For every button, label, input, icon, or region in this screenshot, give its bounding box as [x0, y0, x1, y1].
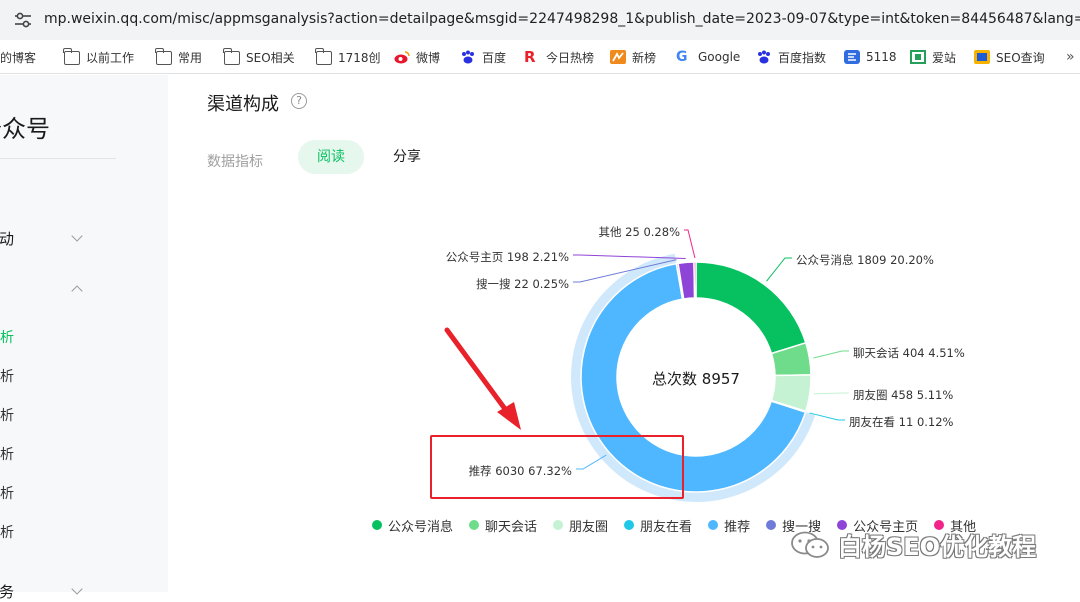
watermark-text: 白杨SEO优化教程 — [838, 533, 1037, 561]
highlight-box — [430, 435, 684, 499]
legend-item[interactable]: 公众号消息 — [372, 516, 454, 535]
channel-donut-chart: 公众号消息 1809 20.20% 聊天会话 404 4.51% 朋友圈 458 5… — [444, 225, 965, 502]
legend-item[interactable]: 朋友在看 — [624, 516, 693, 535]
legend-dot-icon — [708, 520, 719, 530]
label-leader-line — [809, 412, 845, 421]
wechat-logo-icon — [791, 531, 829, 558]
legend-item[interactable]: 聊天会话 — [469, 516, 538, 535]
label-leader-line — [684, 229, 696, 259]
label-leader-line — [766, 257, 792, 282]
donut-slice — [695, 261, 807, 355]
legend-dot-icon — [469, 520, 480, 530]
legend-label: 推荐 — [724, 519, 751, 535]
legend-dot-icon — [766, 520, 777, 530]
slice-data-label: 朋友圈 458 5.11% — [853, 388, 953, 402]
legend-dot-icon — [553, 520, 564, 530]
legend-label: 朋友圈 — [569, 519, 609, 535]
slice-data-label: 搜一搜 22 0.25% — [476, 277, 569, 291]
red-arrow-annotation — [444, 327, 521, 430]
label-leader-line — [813, 350, 849, 359]
legend-item[interactable]: 推荐 — [708, 516, 751, 535]
legend-item[interactable]: 朋友圈 — [553, 516, 609, 535]
legend-dot-icon — [624, 520, 635, 530]
legend-label: 公众号消息 — [388, 519, 454, 535]
donut-slice — [693, 261, 697, 299]
legend-dot-icon — [372, 520, 382, 530]
label-leader-line — [813, 392, 849, 395]
legend-label: 聊天会话 — [485, 519, 538, 535]
slice-data-label: 公众号消息 1809 20.20% — [796, 253, 934, 267]
watermark: 白杨SEO优化教程 — [790, 527, 1036, 562]
slice-data-label: 聊天会话 404 4.51% — [853, 346, 965, 360]
slice-data-label: 其他 25 0.28% — [599, 225, 681, 239]
legend-label: 朋友在看 — [640, 519, 693, 535]
slice-data-label: 朋友在看 11 0.12% — [849, 415, 954, 429]
center-total-label: 总次数 8957 — [652, 370, 740, 388]
slice-data-label: 公众号主页 198 2.21% — [446, 250, 569, 264]
